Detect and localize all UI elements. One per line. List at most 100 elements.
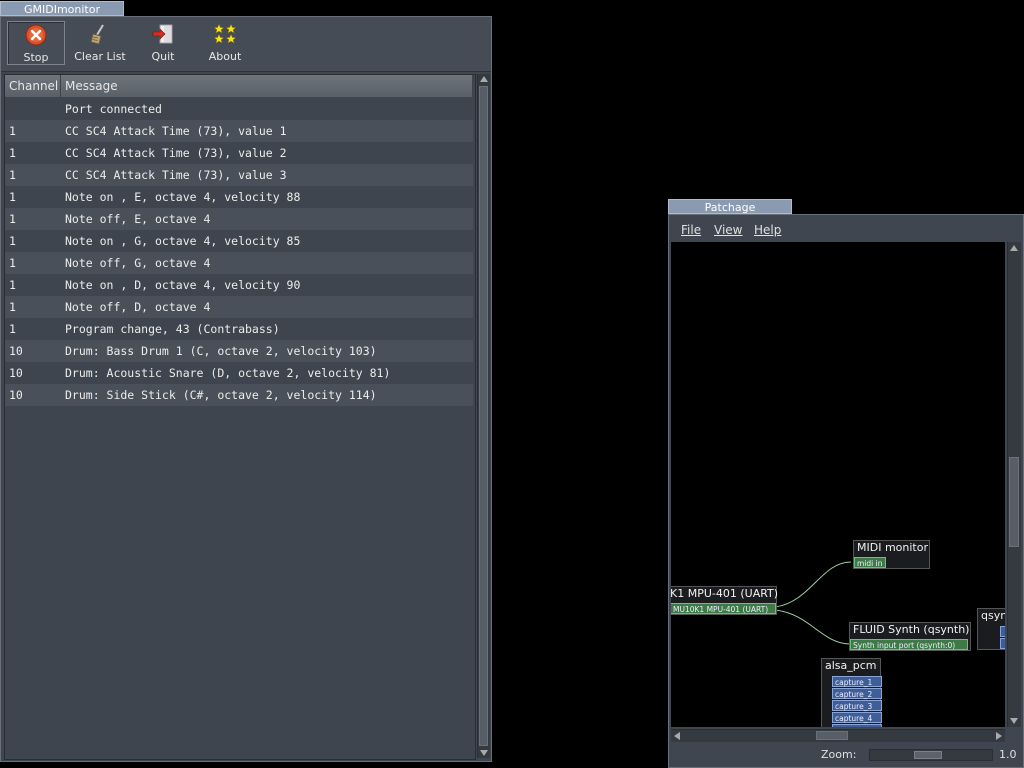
port-capture-3[interactable]: capture_3 [832,700,882,711]
channel-cell: 1 [9,190,16,204]
message-cell: CC SC4 Attack Time (73), value 1 [65,124,287,138]
zoom-bar: Zoom: 1.0 [669,743,1023,767]
scroll-down-arrow[interactable] [480,750,488,756]
channel-cell: 1 [9,234,16,248]
scroll-right-arrow[interactable] [996,732,1002,740]
channel-cell: 1 [9,146,16,160]
module-mpu401[interactable]: K1 MPU-401 (UART) MU10K1 MPU-401 (UART) [671,586,779,615]
zoom-slider-handle[interactable] [914,751,942,759]
table-row[interactable]: 10 Drum: Acoustic Snare (D, octave 2, vel… [5,362,473,384]
module-title: K1 MPU-401 (UART) [671,587,779,600]
table-row[interactable]: 1 Program change, 43 (Contrabass) [5,318,473,340]
channel-cell: 1 [9,168,16,182]
module-title: alsa_pcm [825,659,877,672]
scroll-down-arrow[interactable] [1010,718,1018,724]
menubar: File View Help [669,215,1023,241]
table-row[interactable]: 1 Note off, D, octave 4 [5,296,473,318]
menu-help[interactable]: Help [754,223,781,237]
message-cell: Drum: Bass Drum 1 (C, octave 2, velocity… [65,344,377,358]
table-row[interactable]: 1 Note on , D, octave 4, velocity 90 [5,274,473,296]
module-title: FLUID Synth (qsynth) [853,623,970,636]
connection-lines [774,561,852,645]
message-cell: Program change, 43 (Contrabass) [65,322,280,336]
zoom-label: Zoom: [821,748,857,761]
scroll-up-arrow[interactable] [1010,245,1018,251]
canvas-horizontal-scrollbar[interactable] [671,729,1005,742]
message-cell: CC SC4 Attack Time (73), value 3 [65,168,287,182]
message-cell: Note off, D, octave 4 [65,300,211,314]
scrollbar-thumb[interactable] [816,731,848,740]
port-synth-input[interactable]: Synth input port (qsynth:0) [850,639,968,650]
module-alsa-pcm[interactable]: alsa_pcm capture_1 capture_2 capture_3 c… [821,658,882,727]
canvas-vertical-scrollbar[interactable] [1007,242,1021,727]
port-capture-1[interactable]: capture_1 [832,676,882,687]
zoom-slider[interactable] [869,749,993,761]
table-row[interactable]: 10 Drum: Bass Drum 1 (C, octave 2, veloci… [5,340,473,362]
message-cell: Drum: Side Stick (C#, octave 2, velocity… [65,388,377,402]
port-capture-4[interactable]: capture_4 [832,712,882,723]
scroll-left-arrow[interactable] [674,732,680,740]
port-capture-5[interactable]: capture_5 [832,724,882,727]
about-button[interactable]: About [201,21,249,63]
table-row[interactable]: 10 Drum: Side Stick (C#, octave 2, veloci… [5,384,473,406]
port-midi-in[interactable]: midi in [854,557,886,568]
exit-door-icon [151,23,175,45]
message-cell: Drum: Acoustic Snare (D, octave 2, veloc… [65,366,391,380]
message-cell: Note on , D, octave 4, velocity 90 [65,278,301,292]
port-qsynth-2[interactable] [1000,638,1005,649]
table-row[interactable]: 1 CC SC4 Attack Time (73), value 1 [5,120,473,142]
table-row[interactable]: 1 Note off, E, octave 4 [5,208,473,230]
module-title: qsyn [981,609,1005,622]
channel-cell: 10 [9,344,23,358]
channel-cell: 1 [9,212,16,226]
patch-canvas[interactable]: MIDI monitor midi in K1 MPU-401 (UART) M… [671,242,1005,727]
column-header-message[interactable]: Message [61,75,473,97]
port-capture-2[interactable]: capture_2 [832,688,882,699]
toolbar: Stop Clear List Quit About [1,17,491,72]
stop-button[interactable]: Stop [7,21,65,65]
module-fluid-synth[interactable]: FLUID Synth (qsynth) Synth input port (q… [849,622,971,651]
table-row[interactable]: 1 Note off, G, octave 4 [5,252,473,274]
menu-view[interactable]: View [714,223,742,237]
clear-list-label: Clear List [74,50,126,63]
message-list-scrollbar[interactable] [477,74,490,758]
message-list: Channel Message Port connected 1 CC SC4 At… [4,74,476,760]
table-row[interactable]: 1 CC SC4 Attack Time (73), value 3 [5,164,473,186]
table-row[interactable]: Port connected [5,98,473,120]
channel-cell: 10 [9,388,23,402]
message-cell: Note on , G, octave 4, velocity 85 [65,234,301,248]
scrollbar-thumb[interactable] [479,86,488,746]
message-cell: Note on , E, octave 4, velocity 88 [65,190,301,204]
quit-label: Quit [151,50,175,63]
port-mpu401-out[interactable]: MU10K1 MPU-401 (UART) [671,603,776,614]
gmidimonitor-title-tab[interactable]: GMIDImonitor [0,1,124,16]
module-midi-monitor[interactable]: MIDI monitor midi in [853,540,930,569]
scrollbar-thumb[interactable] [1009,457,1019,547]
stop-icon [24,24,48,46]
message-cell: Note off, G, octave 4 [65,256,211,270]
quit-button[interactable]: Quit [139,21,187,63]
broom-icon [88,23,112,45]
channel-cell: 1 [9,300,16,314]
channel-cell: 10 [9,366,23,380]
table-row[interactable]: 1 CC SC4 Attack Time (73), value 2 [5,142,473,164]
port-qsynth-1[interactable] [1000,626,1005,637]
message-cell: Note off, E, octave 4 [65,212,211,226]
module-qsynth[interactable]: qsyn [977,608,1005,650]
stop-label: Stop [23,51,49,64]
column-header-channel[interactable]: Channel [5,75,61,97]
stars-icon [213,23,237,45]
table-row[interactable]: 1 Note on , E, octave 4, velocity 88 [5,186,473,208]
table-row[interactable]: 1 Note on , G, octave 4, velocity 85 [5,230,473,252]
menu-file[interactable]: File [681,223,701,237]
clear-list-button[interactable]: Clear List [69,21,131,63]
message-cell: Port connected [65,102,162,116]
channel-cell: 1 [9,322,16,336]
zoom-value: 1.0 [999,748,1017,761]
channel-cell: 1 [9,256,16,270]
message-cell: CC SC4 Attack Time (73), value 2 [65,146,287,160]
patchage-title-tab[interactable]: Patchage [668,199,792,214]
scroll-up-arrow[interactable] [480,76,488,82]
channel-cell: 1 [9,124,16,138]
module-title: MIDI monitor [857,541,928,554]
